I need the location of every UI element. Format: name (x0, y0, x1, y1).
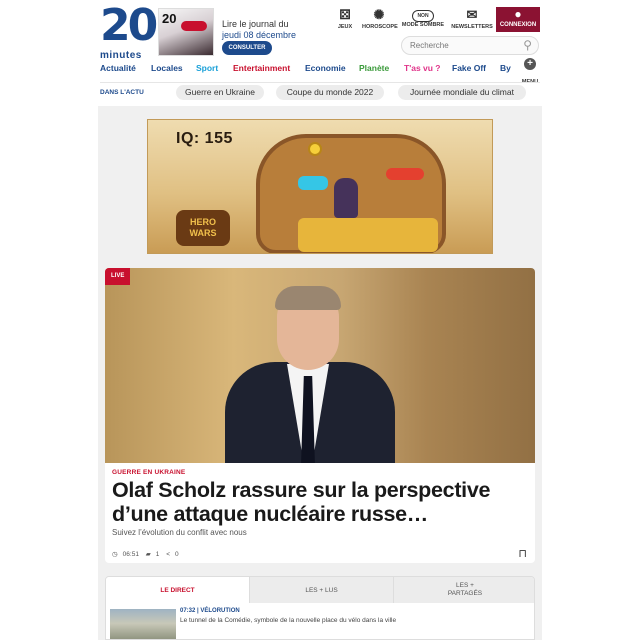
ad-game-logo: HERO WARS (176, 210, 230, 246)
trending-pill-climat[interactable]: Journée mondiale du climat (398, 85, 526, 100)
site-header: 20 minutes 20 Lire le journal du jeudi 0… (0, 0, 640, 108)
search-placeholder: Recherche (410, 41, 449, 50)
article-subhead: Suivez l’évolution du conflit avec nous (112, 528, 247, 537)
trending-pill-coupe-du-monde[interactable]: Coupe du monde 2022 (276, 85, 384, 100)
trending-label: DANS L'ACTU (100, 89, 144, 96)
share-count: 0 (175, 551, 179, 558)
search-icon[interactable]: ⚲ (523, 38, 532, 52)
jeux-label: JEUX (337, 24, 353, 30)
user-icon: ● (514, 7, 522, 21)
zodiac-wheel-icon: ✺ (373, 7, 385, 22)
envelope-icon: ✉ (466, 7, 478, 22)
ad-iq-text: IQ: 155 (176, 130, 233, 147)
horoscope-button[interactable]: ✺ HOROSCOPE (362, 7, 398, 31)
photo-hair (275, 286, 341, 310)
bookmark-icon[interactable]: ⊓ (518, 547, 527, 560)
dark-mode-toggle[interactable]: NON MODE SOMBRE (400, 8, 446, 28)
clock-icon: ◷ (112, 551, 118, 558)
journal-line: Lire le journal du (222, 19, 289, 29)
logo-number: 20 (100, 0, 158, 51)
toggle-state: NON (412, 10, 434, 22)
logo-word: minutes (100, 50, 142, 61)
nav-item-economie[interactable]: Economie (305, 63, 346, 73)
site-logo[interactable]: 20 minutes (100, 0, 158, 61)
ad-coin-icon (308, 142, 322, 156)
article-time: 06:51 (122, 551, 139, 558)
direct-item-thumbnail[interactable] (110, 609, 176, 639)
tab-le-direct[interactable]: LE DIRECT (106, 577, 249, 603)
connexion-label: CONNEXION (499, 22, 537, 28)
article-kicker[interactable]: GUERRE EN UKRAINE (112, 469, 185, 476)
ad-hero-figure (334, 178, 358, 218)
news-tabs-panel: LE DIRECT LES + LUS LES + PARTAGÉS 07:32… (105, 576, 535, 640)
article-meta: ◷ 06:51 ▰ 1 <0 (112, 550, 184, 558)
dice-icon: ⚄ (339, 7, 351, 22)
tab-les-plus-lus-label: LES + LUS (305, 587, 338, 594)
tab-les-plus-partages-label: LES + PARTAGÉS (447, 582, 483, 597)
tab-les-plus-lus[interactable]: LES + LUS (249, 577, 393, 603)
nav-item-locales[interactable]: Locales (151, 63, 183, 73)
journal-date: jeudi 08 décembre (222, 30, 297, 40)
horoscope-label: HOROSCOPE (362, 24, 398, 30)
ad-water-pipe (298, 176, 328, 190)
consulter-button[interactable]: CONSULTER (222, 41, 272, 55)
advertisement-banner[interactable]: IQ: 155 HERO WARS (147, 119, 493, 254)
journal-cover-image (181, 21, 207, 31)
plus-icon: + (524, 58, 536, 70)
nav-item-fake-off[interactable]: Fake Off (452, 63, 486, 73)
nav-item-planete[interactable]: Planète (359, 63, 389, 73)
journal-promo: Lire le journal du jeudi 08 décembre (222, 19, 296, 41)
nav-item-actualite[interactable]: Actualité (100, 63, 136, 73)
journal-cover-logo: 20 (162, 11, 177, 26)
nav-item-by[interactable]: By t (500, 63, 512, 73)
ad-gold-pile (298, 218, 438, 252)
newsletters-button[interactable]: ✉ NEWSLETTERS (450, 7, 494, 31)
ad-lava-pipe (386, 168, 424, 180)
direct-item-time: 07:32 | VÉLORUTION (180, 608, 240, 614)
trending-bar: DANS L'ACTU Guerre en Ukraine Coupe du m… (100, 82, 540, 102)
tab-le-direct-label: LE DIRECT (160, 587, 195, 594)
jeux-button[interactable]: ⚄ JEUX (334, 7, 356, 31)
article-headline[interactable]: Olaf Scholz rassure sur la perspective d… (112, 478, 530, 526)
share-icon[interactable]: < (166, 551, 170, 558)
direct-item-text[interactable]: Le tunnel de la Comédie, symbole de la n… (180, 617, 396, 624)
newsletters-label: NEWSLETTERS (451, 24, 493, 30)
tab-les-plus-partages[interactable]: LES + PARTAGÉS (393, 577, 534, 603)
journal-cover-thumbnail[interactable]: 20 (158, 8, 214, 56)
live-badge: LIVE (105, 268, 131, 285)
trending-pill-ukraine[interactable]: Guerre en Ukraine (176, 85, 264, 100)
nav-item-tas-vu[interactable]: T'as vu ? (404, 63, 441, 73)
main-article-card[interactable]: LIVE GUERRE EN UKRAINE Olaf Scholz rassu… (105, 268, 535, 563)
search-input[interactable]: Recherche ⚲ (401, 36, 539, 55)
connexion-button[interactable]: ● CONNEXION (496, 7, 540, 32)
toggle-icon: NON (400, 8, 446, 22)
nav-item-entertainment[interactable]: Entertainment (233, 63, 290, 73)
main-nav: Actualité Locales Sport Entertainment Ec… (100, 63, 512, 77)
dark-mode-label: MODE SOMBRE (401, 22, 445, 28)
article-photo[interactable] (105, 268, 535, 463)
comment-icon[interactable]: ▰ (146, 551, 151, 558)
comment-count: 1 (155, 551, 160, 558)
nav-item-sport[interactable]: Sport (196, 63, 218, 73)
